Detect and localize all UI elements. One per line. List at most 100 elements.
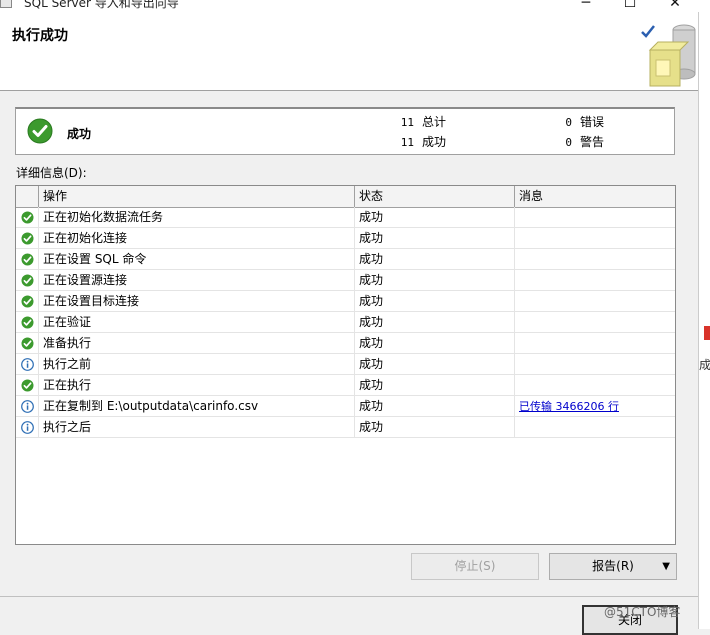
operation-cell: 正在复制到 E:\outputdata\carinfo.csv <box>39 396 355 416</box>
message-cell <box>515 291 675 311</box>
background-red-marker <box>704 326 710 340</box>
table-row[interactable]: 正在设置目标连接 成功 <box>16 291 675 312</box>
success-stat: 11 成功 <box>396 133 446 150</box>
page-title: 执行成功 <box>12 28 68 44</box>
window-title: SQL Server 导入和导出向导 <box>24 0 179 10</box>
status-cell: 成功 <box>355 228 515 248</box>
summary-status: 成功 <box>67 127 92 141</box>
success-check-icon <box>21 232 34 245</box>
details-table[interactable]: 操作 状态 消息 正在初始化数据流任务 成功 正在初始化连接 成功 正在设置 SQL 命… <box>15 185 676 545</box>
row-icon-cell <box>16 291 39 311</box>
warning-label: 警告 <box>580 135 605 149</box>
header-icon-cell <box>16 186 39 207</box>
success-check-icon <box>21 379 34 392</box>
transfer-details-link[interactable]: 已传输 3466206 行 <box>519 400 619 413</box>
status-cell: 成功 <box>355 207 515 227</box>
message-cell: 已传输 3466206 行 <box>515 396 675 416</box>
wizard-header: 执行成功 <box>0 12 698 91</box>
app-icon <box>0 0 12 8</box>
details-label: 详细信息(D): <box>16 166 87 180</box>
report-button[interactable]: 报告(R) ▼ <box>549 553 677 580</box>
success-count: 11 <box>400 136 414 149</box>
table-row[interactable]: 准备执行 成功 <box>16 333 675 354</box>
status-cell: 成功 <box>355 291 515 311</box>
status-cell: 成功 <box>355 333 515 353</box>
footer-divider <box>0 596 698 597</box>
row-icon-cell <box>16 228 39 248</box>
table-header: 操作 状态 消息 <box>16 186 675 208</box>
row-icon-cell <box>16 312 39 332</box>
total-stat: 11 总计 <box>396 113 446 130</box>
operation-cell: 正在验证 <box>39 312 355 332</box>
report-button-label: 报告(R) <box>592 559 634 573</box>
row-icon-cell <box>16 270 39 290</box>
message-cell <box>515 207 675 227</box>
operation-cell: 准备执行 <box>39 333 355 353</box>
status-cell: 成功 <box>355 354 515 374</box>
message-cell <box>515 312 675 332</box>
title-bar: SQL Server 导入和导出向导 ─ ☐ ✕ <box>0 0 710 12</box>
background-window-text: 成 <box>699 358 710 372</box>
column-header-operation[interactable]: 操作 <box>39 186 355 207</box>
dropdown-arrow-icon: ▼ <box>662 561 670 572</box>
maximize-button[interactable]: ☐ <box>610 0 650 12</box>
column-header-status[interactable]: 状态 <box>355 186 515 207</box>
operation-cell: 正在设置 SQL 命令 <box>39 249 355 269</box>
message-cell <box>515 375 675 395</box>
success-check-icon <box>21 274 34 287</box>
operation-cell: 正在初始化连接 <box>39 228 355 248</box>
row-icon-cell <box>16 207 39 227</box>
total-label: 总计 <box>422 115 447 129</box>
success-check-icon <box>21 316 34 329</box>
background-window-edge <box>698 12 710 629</box>
table-row[interactable]: 正在设置源连接 成功 <box>16 270 675 291</box>
close-window-button[interactable]: ✕ <box>655 0 695 12</box>
table-row[interactable]: 正在初始化连接 成功 <box>16 228 675 249</box>
operation-cell: 正在执行 <box>39 375 355 395</box>
operation-cell: 正在设置目标连接 <box>39 291 355 311</box>
operation-cell: 执行之前 <box>39 354 355 374</box>
stop-button[interactable]: 停止(S) <box>411 553 539 580</box>
row-icon-cell <box>16 417 39 437</box>
row-icon-cell <box>16 396 39 416</box>
info-icon <box>21 400 34 413</box>
success-label: 成功 <box>422 135 447 149</box>
table-row[interactable]: 执行之前 成功 <box>16 354 675 375</box>
info-icon <box>21 421 34 434</box>
total-count: 11 <box>400 116 414 129</box>
message-cell <box>515 249 675 269</box>
error-label: 错误 <box>580 115 605 129</box>
message-cell <box>515 417 675 437</box>
success-check-icon <box>21 253 34 266</box>
row-icon-cell <box>16 354 39 374</box>
status-cell: 成功 <box>355 270 515 290</box>
success-check-icon <box>21 211 34 224</box>
status-cell: 成功 <box>355 396 515 416</box>
operation-cell: 正在设置源连接 <box>39 270 355 290</box>
status-cell: 成功 <box>355 417 515 437</box>
status-cell: 成功 <box>355 312 515 332</box>
table-row[interactable]: 正在执行 成功 <box>16 375 675 396</box>
operation-cell: 执行之后 <box>39 417 355 437</box>
error-stat: 0 错误 <box>554 113 604 130</box>
message-cell <box>515 354 675 374</box>
success-check-icon <box>21 337 34 350</box>
table-row[interactable]: 正在复制到 E:\outputdata\carinfo.csv 成功 已传输 346… <box>16 396 675 417</box>
message-cell <box>515 270 675 290</box>
operation-cell: 正在初始化数据流任务 <box>39 207 355 227</box>
warning-stat: 0 警告 <box>554 133 604 150</box>
message-cell <box>515 228 675 248</box>
row-icon-cell <box>16 375 39 395</box>
table-row[interactable]: 正在验证 成功 <box>16 312 675 333</box>
watermark: @51CTO博客 <box>604 605 681 619</box>
minimize-button[interactable]: ─ <box>566 0 606 12</box>
table-row[interactable]: 执行之后 成功 <box>16 417 675 438</box>
table-row[interactable]: 正在设置 SQL 命令 成功 <box>16 249 675 270</box>
table-row[interactable]: 正在初始化数据流任务 成功 <box>16 207 675 228</box>
summary-panel: 成功 11 总计 11 成功 0 错误 0 警告 <box>15 107 675 155</box>
column-header-message[interactable]: 消息 <box>515 186 675 207</box>
message-cell <box>515 333 675 353</box>
warning-count: 0 <box>565 136 572 149</box>
row-icon-cell <box>16 249 39 269</box>
info-icon <box>21 358 34 371</box>
